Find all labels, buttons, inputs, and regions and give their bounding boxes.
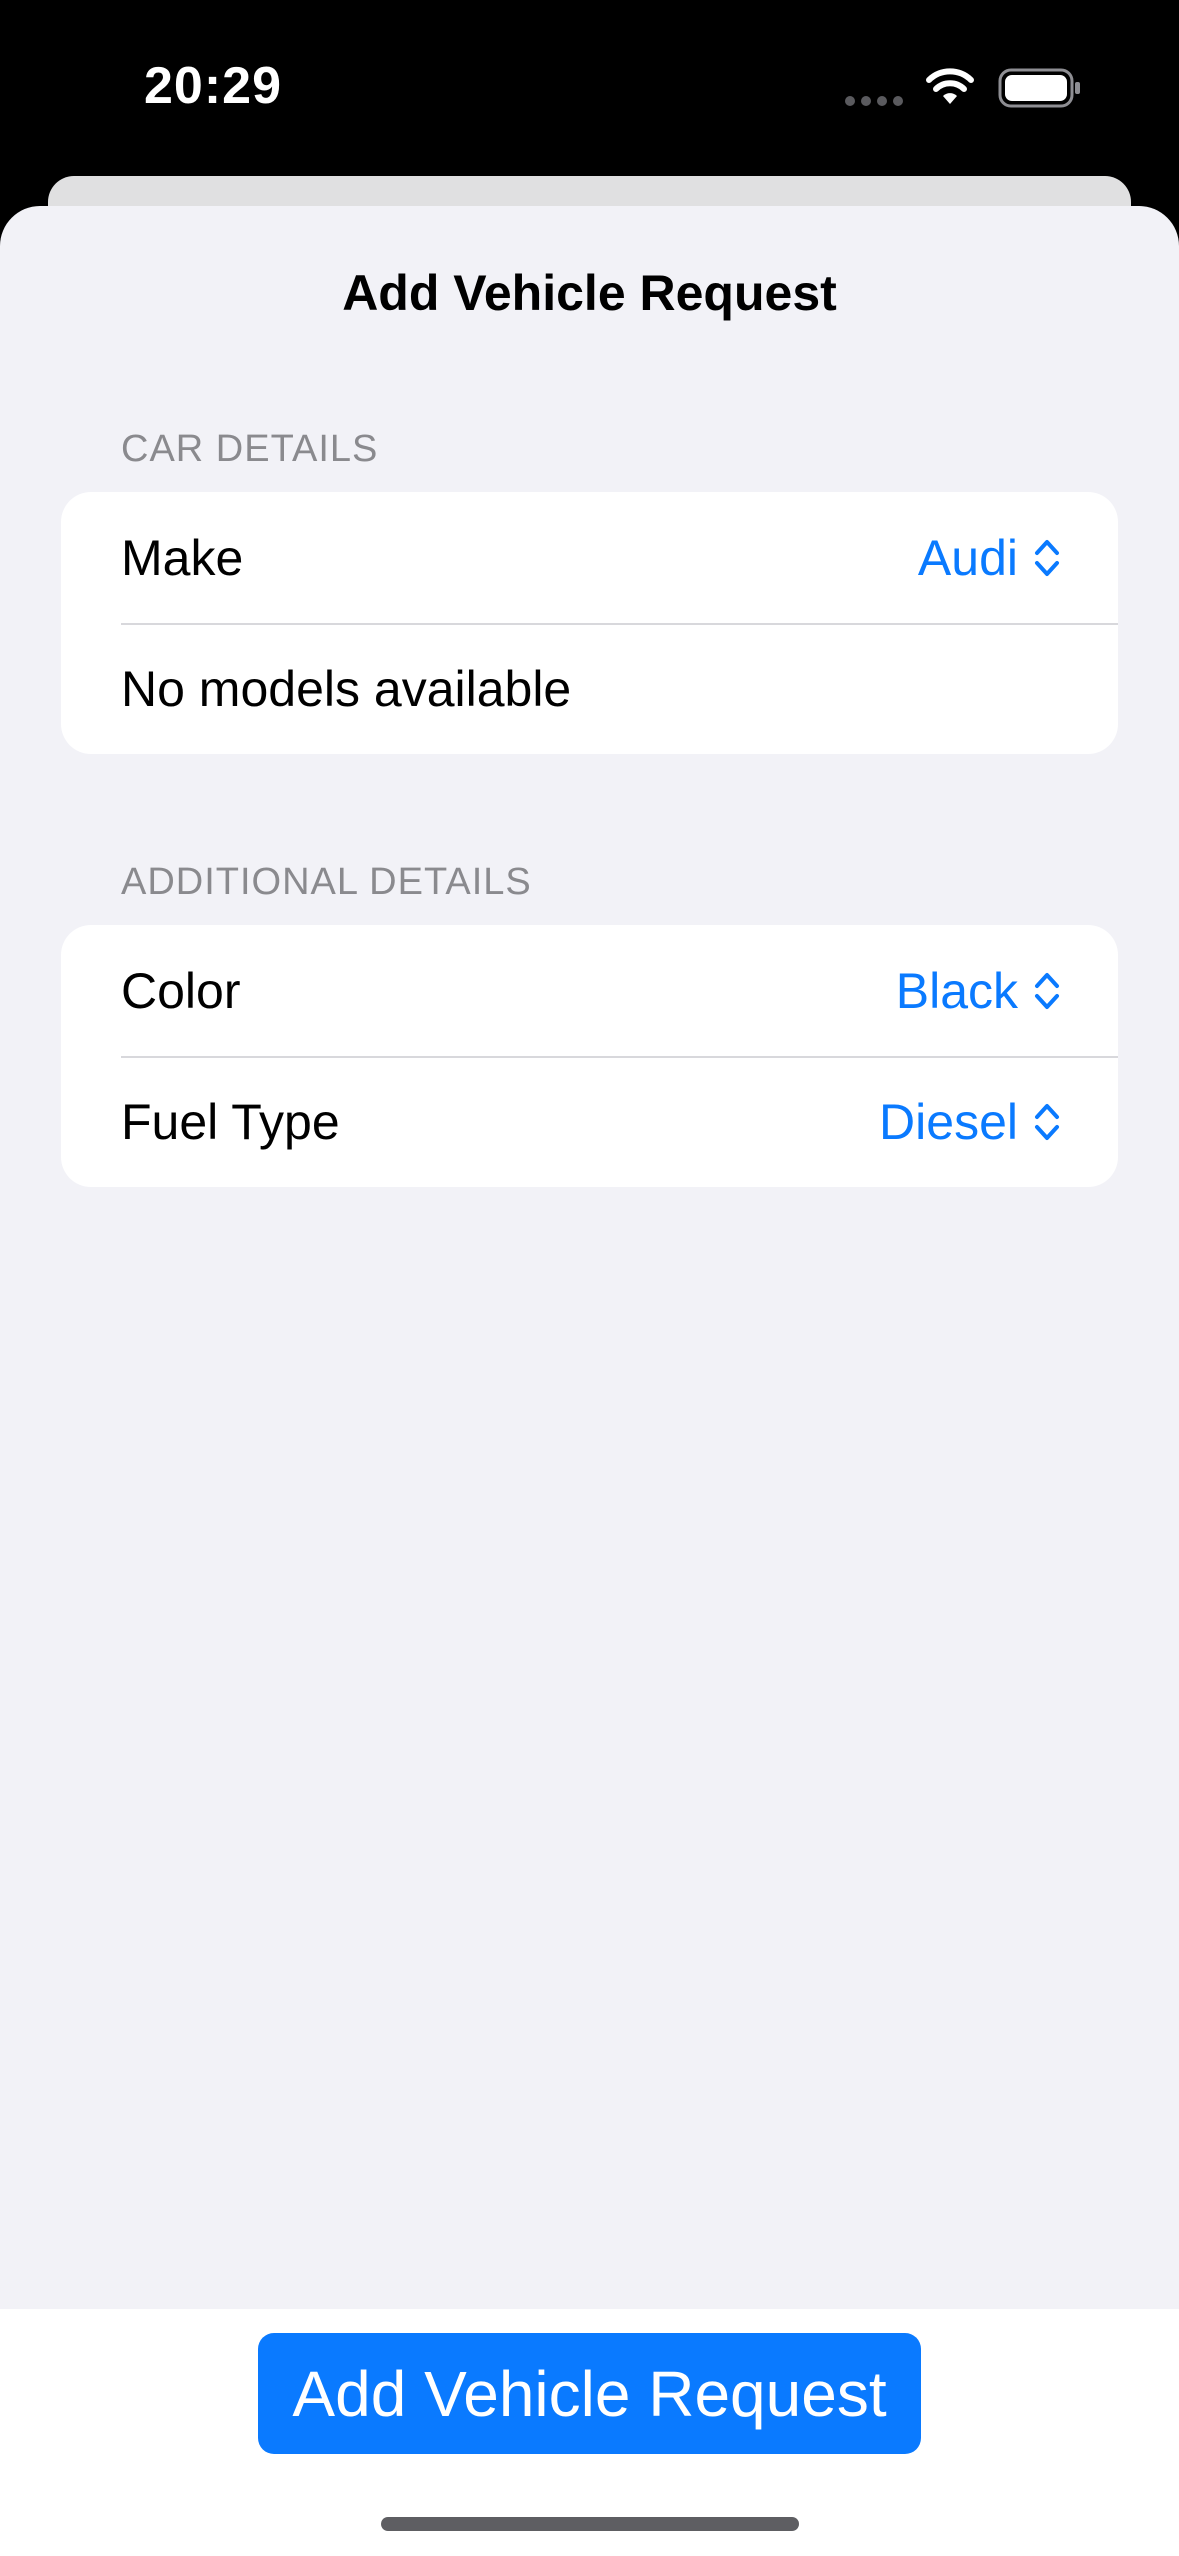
fuel-type-picker-row[interactable]: Fuel Type Diesel [61, 1056, 1118, 1187]
make-label: Make [121, 529, 244, 586]
car-details-group: Make Audi No models available [61, 492, 1118, 754]
make-picker-row[interactable]: Make Audi [61, 492, 1118, 623]
fuel-type-picker[interactable]: Diesel [879, 1093, 1062, 1151]
sheet-title: Add Vehicle Request [342, 265, 837, 321]
additional-details-group: Color Black Fuel Type Diesel [61, 925, 1118, 1187]
chevron-updown-icon [1035, 972, 1059, 1009]
color-value: Black [895, 962, 1018, 1019]
fuel-type-label: Fuel Type [121, 1093, 340, 1150]
add-vehicle-request-button[interactable]: Add Vehicle Request [258, 2333, 921, 2454]
status-bar: 20:29 [0, 0, 1179, 175]
color-label: Color [121, 962, 241, 1019]
make-value: Audi [917, 529, 1018, 586]
color-picker[interactable]: Black [896, 962, 1062, 1020]
home-indicator[interactable] [381, 2517, 799, 2531]
add-vehicle-sheet: Add Vehicle Request CAR DETAILS Make Aud… [0, 206, 1179, 2556]
additional-details-header: ADDITIONAL DETAILS [121, 861, 532, 903]
signal-dots-icon [845, 96, 903, 106]
chevron-updown-icon [1035, 539, 1059, 576]
status-time: 20:29 [144, 57, 282, 115]
no-models-message: No models available [121, 660, 572, 717]
car-details-header: CAR DETAILS [121, 428, 379, 470]
model-row: No models available [61, 623, 1118, 754]
wifi-icon [926, 68, 974, 104]
battery-icon [998, 68, 1080, 108]
chevron-updown-icon [1035, 1103, 1059, 1140]
color-picker-row[interactable]: Color Black [61, 925, 1118, 1056]
make-picker[interactable]: Audi [918, 529, 1062, 587]
fuel-type-value: Diesel [879, 1093, 1018, 1150]
